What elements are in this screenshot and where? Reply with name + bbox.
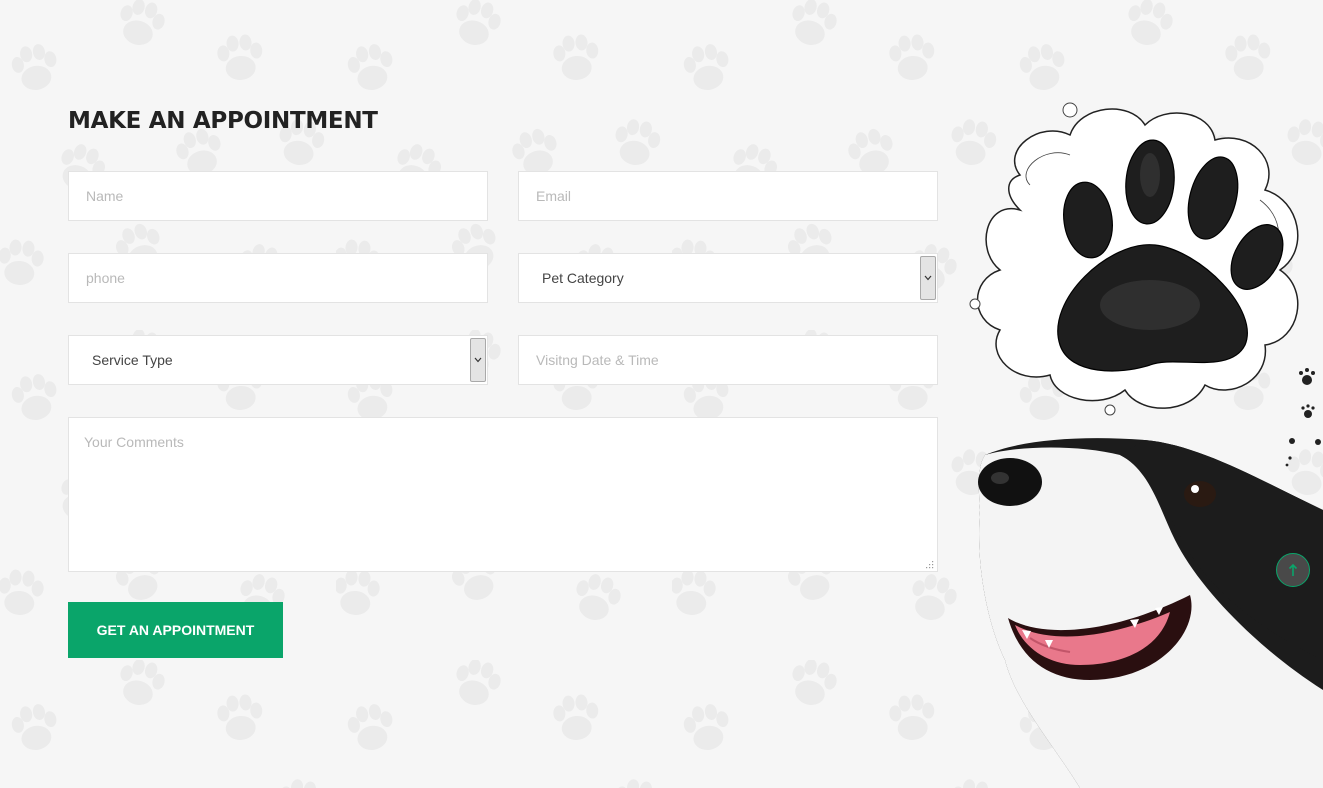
name-input[interactable]: [68, 171, 488, 221]
service-type-select[interactable]: Service Type: [68, 335, 488, 385]
phone-input[interactable]: [68, 253, 488, 303]
resize-grip-icon[interactable]: [926, 561, 934, 569]
chevron-down-icon[interactable]: [920, 256, 936, 300]
page-title: MAKE AN APPOINTMENT: [68, 108, 378, 134]
email-input[interactable]: [518, 171, 938, 221]
visit-datetime-input[interactable]: [518, 335, 938, 385]
dog-thinking-illustration: [969, 102, 1323, 788]
comments-textarea[interactable]: [68, 417, 938, 572]
arrow-up-icon: [1288, 563, 1298, 576]
chevron-down-icon[interactable]: [470, 338, 486, 382]
service-type-value: Service Type: [92, 352, 173, 368]
get-appointment-button[interactable]: GET AN APPOINTMENT: [68, 602, 283, 658]
pet-category-value: Pet Category: [542, 270, 624, 286]
pet-category-select[interactable]: Pet Category: [518, 253, 938, 303]
scroll-to-top-button[interactable]: [1276, 553, 1310, 587]
